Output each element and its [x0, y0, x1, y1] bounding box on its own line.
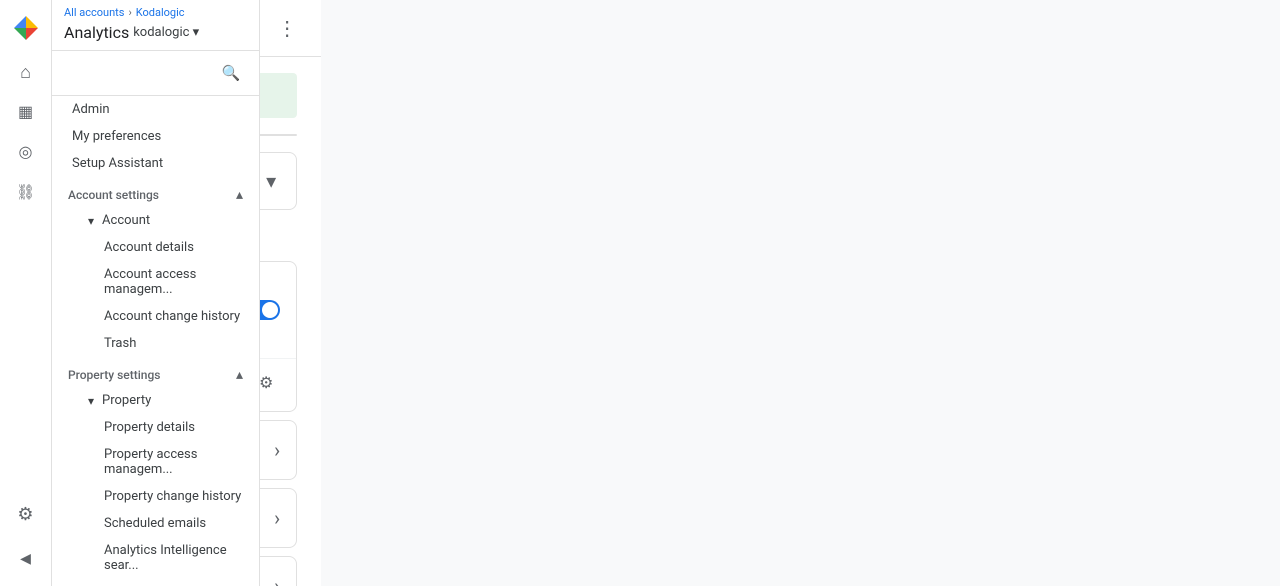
- main-content: D ✕ Web stream details ⋮ ✓ Data collecti…: [260, 0, 321, 586]
- sidebar-item-trash[interactable]: Trash: [52, 330, 259, 357]
- protocol-content: Measurement Protocol API secrets Create …: [260, 571, 262, 586]
- card-header: Stream details: [260, 135, 296, 136]
- sidebar-item-preferences[interactable]: My preferences: [52, 123, 259, 150]
- measuring-settings-button[interactable]: ⚙: [260, 369, 280, 397]
- settings-icon[interactable]: ⚙: [6, 494, 46, 534]
- stream-details-card: Stream details STREAM NAME kodalogic: [260, 134, 297, 136]
- home-icon[interactable]: ⌂: [6, 52, 46, 92]
- consent-settings-row[interactable]: Consent settings ▾: [260, 152, 297, 210]
- account-selector[interactable]: kodalogic ▾: [133, 25, 199, 40]
- create-custom-content: Create custom events Create new events f…: [260, 503, 262, 533]
- sidebar-item-property-details[interactable]: Property details: [52, 414, 259, 441]
- icon-strip: ⌂ ▦ ◎ ⛓ ⚙ ◀: [0, 0, 52, 586]
- reports-icon[interactable]: ▦: [6, 92, 46, 132]
- protocol-arrow-icon[interactable]: ›: [274, 574, 280, 586]
- sidebar-item-setup[interactable]: Setup Assistant: [52, 150, 259, 177]
- sidebar-item-analytics-intelligence[interactable]: Analytics Intelligence sear...: [52, 537, 259, 579]
- modify-events-content: Modify events Modify incoming events and…: [260, 435, 262, 465]
- account-settings-header[interactable]: Account settings ▴: [52, 177, 259, 207]
- nav-tree: Admin My preferences Setup Assistant Acc…: [52, 96, 259, 586]
- enhanced-measurement-item: Enhanced measurement Automatically measu…: [260, 261, 297, 412]
- sidebar-item-account[interactable]: ▾ Account: [52, 207, 259, 234]
- measurement-protocol-item[interactable]: Measurement Protocol API secrets Create …: [260, 556, 297, 586]
- events-section: Events Enhanced measurement Automatical: [260, 226, 297, 586]
- sidebar-item-account-details[interactable]: Account details: [52, 234, 259, 261]
- sidebar-item-account-access[interactable]: Account access managem...: [52, 261, 259, 303]
- analytics-header: Analytics kodalogic ▾: [64, 19, 247, 48]
- create-custom-main: Create custom events Create new events f…: [260, 489, 296, 547]
- protocol-main: Measurement Protocol API secrets Create …: [260, 557, 296, 586]
- more-options-icon[interactable]: ⋮: [277, 16, 297, 40]
- sidebar-item-data-collection[interactable]: ▾ Data collection and modifica...: [52, 579, 259, 586]
- panel-header: ✕ Web stream details ⋮: [260, 0, 321, 57]
- consent-expand-icon: ▾: [266, 169, 276, 193]
- web-stream-details-panel: ✕ Web stream details ⋮ ✓ Data collection…: [260, 0, 321, 586]
- modify-events-main: Modify events Modify incoming events and…: [260, 421, 296, 479]
- sidebar-item-property-access[interactable]: Property access managem...: [52, 441, 259, 483]
- enhanced-measurement-main: Enhanced measurement Automatically measu…: [260, 262, 296, 358]
- sidebar-item-admin[interactable]: Admin: [52, 96, 259, 123]
- sidebar-item-property-change[interactable]: Property change history: [52, 483, 259, 510]
- expand-account-icon: ▾: [88, 214, 94, 228]
- sidebar-item-account-change[interactable]: Account change history: [52, 303, 259, 330]
- modify-events-arrow-icon[interactable]: ›: [274, 438, 280, 462]
- expand-property-icon: ▾: [88, 394, 94, 408]
- breadcrumb: All accounts › Kodalogic: [64, 6, 247, 19]
- create-custom-events-item[interactable]: Create custom events Create new events f…: [260, 488, 297, 548]
- sidebar-item-property[interactable]: ▾ Property: [52, 387, 259, 414]
- advertising-icon[interactable]: ⛓: [6, 172, 46, 212]
- search-button[interactable]: 🔍: [215, 57, 247, 89]
- measuring-row: Measuring: Page views Scrolls Outbound c…: [260, 358, 296, 411]
- sidebar-item-scheduled-emails[interactable]: Scheduled emails: [52, 510, 259, 537]
- collapse-sidebar-icon[interactable]: ◀: [6, 538, 46, 578]
- account-settings-chevron[interactable]: ▴: [236, 187, 243, 203]
- modify-events-item[interactable]: Modify events Modify incoming events and…: [260, 420, 297, 480]
- app-logo[interactable]: [0, 4, 52, 52]
- sidebar: All accounts › Kodalogic Analytics kodal…: [52, 0, 260, 586]
- create-custom-arrow-icon[interactable]: ›: [274, 506, 280, 530]
- success-banner: ✓ Data collection is active in the past …: [260, 73, 297, 118]
- explore-icon[interactable]: ◎: [6, 132, 46, 172]
- enhanced-toggle[interactable]: [260, 300, 280, 320]
- property-settings-header[interactable]: Property settings ▴: [52, 357, 259, 387]
- app-title: Analytics: [64, 23, 129, 42]
- property-settings-chevron[interactable]: ▴: [236, 367, 243, 383]
